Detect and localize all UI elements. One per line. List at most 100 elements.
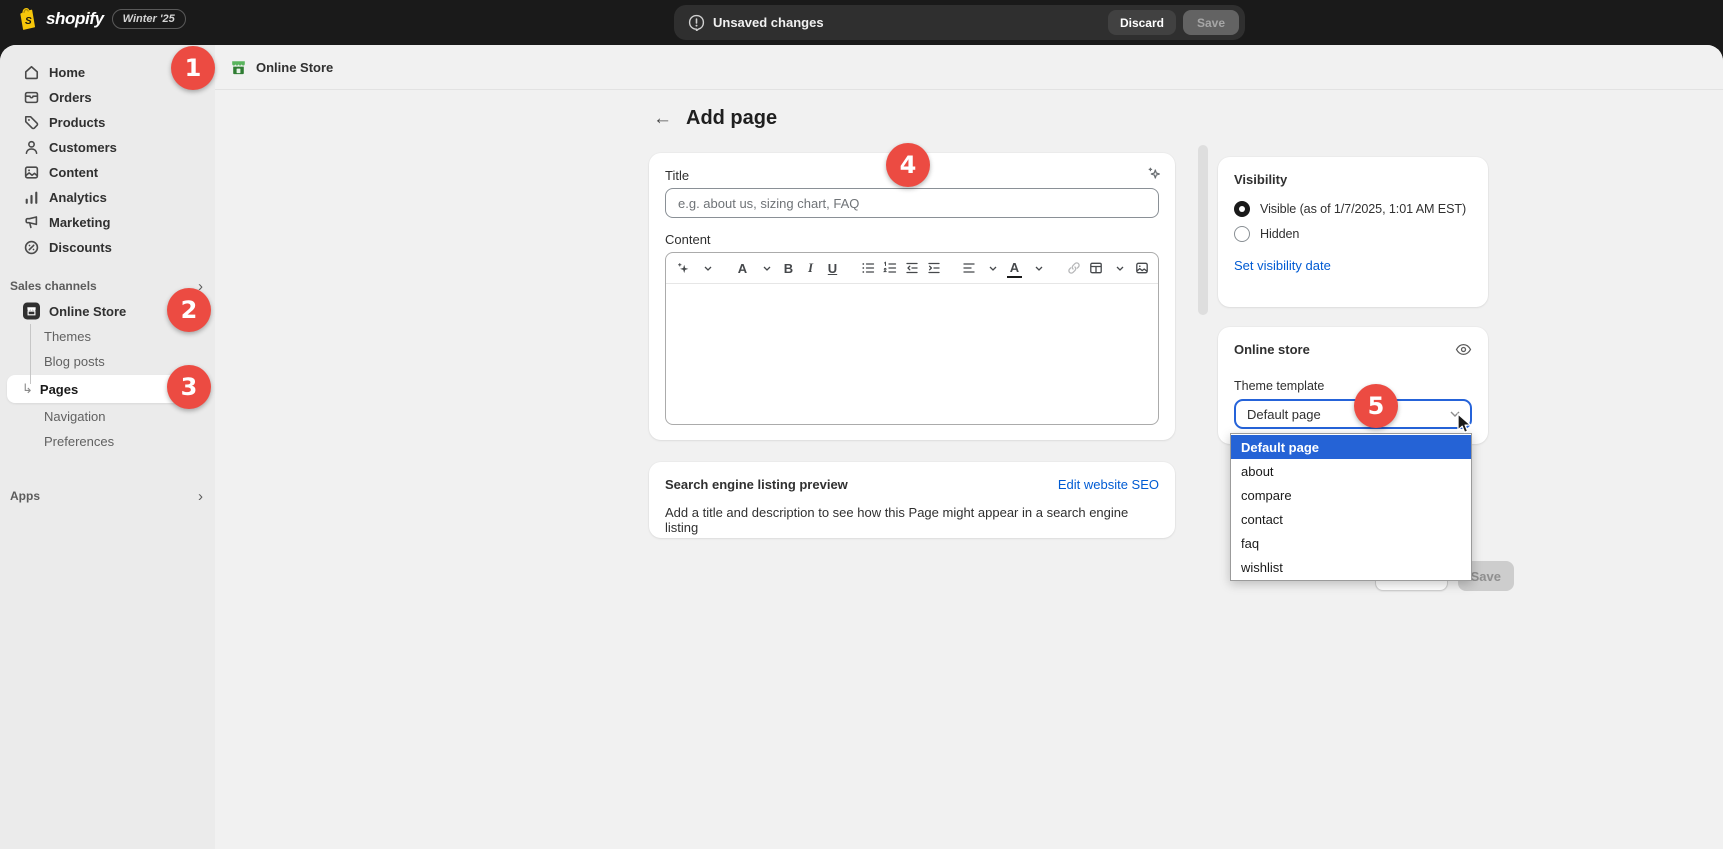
chevron-down-icon[interactable] bbox=[985, 258, 1000, 278]
dropdown-option-wishlist[interactable]: wishlist bbox=[1231, 555, 1471, 579]
app-shell: Home Orders Products Customers Content A… bbox=[0, 45, 1723, 849]
customers-icon bbox=[23, 139, 40, 156]
table-icon[interactable] bbox=[1088, 258, 1103, 278]
chevron-down-icon[interactable] bbox=[1031, 258, 1046, 278]
seo-description: Add a title and description to see how t… bbox=[665, 505, 1159, 535]
radio-unselected-icon[interactable] bbox=[1234, 226, 1250, 242]
products-icon bbox=[23, 114, 40, 131]
seo-card: Search engine listing preview Edit websi… bbox=[649, 462, 1175, 538]
shopify-logo-icon: S bbox=[16, 7, 38, 31]
sidebar-item-label: Discounts bbox=[49, 240, 112, 255]
visibility-card: Visibility Visible (as of 1/7/2025, 1:01… bbox=[1218, 157, 1488, 307]
editor-toolbar: A B I U A bbox=[666, 253, 1158, 284]
breadcrumb[interactable]: Online Store bbox=[215, 45, 1723, 90]
page-title: Add page bbox=[686, 107, 777, 130]
marketing-icon bbox=[23, 214, 40, 231]
sidebar-item-label: Pages bbox=[40, 382, 78, 397]
breadcrumb-label: Online Store bbox=[256, 60, 333, 75]
ai-sparkle-icon[interactable] bbox=[1147, 166, 1162, 181]
theme-template-dropdown: Default page about compare contact faq w… bbox=[1230, 433, 1472, 581]
back-button[interactable]: ← bbox=[653, 109, 672, 128]
sidebar-item-discounts[interactable]: Discounts bbox=[0, 235, 215, 260]
link-icon[interactable] bbox=[1066, 258, 1081, 278]
title-card: Title Content A B I U bbox=[649, 153, 1175, 440]
chevron-right-icon[interactable]: › bbox=[198, 488, 203, 505]
theme-template-select[interactable]: Default page bbox=[1234, 399, 1472, 429]
sidebar-item-label: Customers bbox=[49, 140, 117, 155]
chevron-down-icon[interactable] bbox=[759, 258, 774, 278]
sidebar-item-label: Orders bbox=[49, 90, 92, 105]
text-color-icon[interactable]: A bbox=[1007, 258, 1022, 278]
home-icon bbox=[23, 64, 40, 81]
align-icon[interactable] bbox=[961, 258, 976, 278]
scrollbar-thumb[interactable] bbox=[1198, 145, 1208, 315]
sidebar-item-preferences[interactable]: Preferences bbox=[0, 429, 215, 454]
annotation-badge-2: 2 bbox=[167, 288, 211, 332]
radio-selected-icon[interactable] bbox=[1234, 201, 1250, 217]
tree-connector-line bbox=[30, 324, 31, 384]
dropdown-option-faq[interactable]: faq bbox=[1231, 531, 1471, 555]
annotation-badge-5: 5 bbox=[1354, 384, 1398, 428]
bullet-list-icon[interactable] bbox=[860, 258, 875, 278]
content-icon bbox=[23, 164, 40, 181]
ai-sparkle-icon[interactable] bbox=[676, 258, 691, 278]
chevron-down-icon[interactable] bbox=[1112, 258, 1127, 278]
main-content: Online Store ← Add page Title Content A bbox=[215, 45, 1723, 849]
video-icon[interactable] bbox=[1156, 258, 1159, 278]
sidebar-item-label: Online Store bbox=[49, 304, 126, 319]
set-visibility-date-link[interactable]: Set visibility date bbox=[1234, 258, 1331, 273]
sidebar-item-marketing[interactable]: Marketing bbox=[0, 210, 215, 235]
sales-channels-label: Sales channels bbox=[10, 279, 97, 293]
theme-template-label: Theme template bbox=[1234, 379, 1472, 393]
page-header: ← Add page bbox=[653, 107, 777, 130]
chevron-down-icon[interactable] bbox=[700, 258, 715, 278]
content-editor: A B I U A bbox=[665, 252, 1159, 425]
annotation-badge-4: 4 bbox=[886, 143, 930, 187]
annotation-badge-1: 1 bbox=[171, 46, 215, 90]
discard-button[interactable]: Discard bbox=[1108, 10, 1176, 35]
annotation-badge-3: 3 bbox=[167, 365, 211, 409]
outdent-icon[interactable] bbox=[904, 258, 919, 278]
return-arrow-icon: ↳ bbox=[22, 381, 33, 397]
underline-icon[interactable]: U bbox=[825, 258, 840, 278]
sidebar-item-label: Content bbox=[49, 165, 98, 180]
mouse-cursor bbox=[1453, 412, 1473, 435]
dropdown-option-default-page[interactable]: Default page bbox=[1231, 435, 1471, 459]
sidebar-item-label: Analytics bbox=[49, 190, 107, 205]
edit-website-seo-link[interactable]: Edit website SEO bbox=[1058, 477, 1159, 492]
image-icon[interactable] bbox=[1134, 258, 1149, 278]
content-field-label: Content bbox=[665, 232, 1159, 247]
analytics-icon bbox=[23, 189, 40, 206]
sidebar-item-label: Marketing bbox=[49, 215, 110, 230]
storefront-icon bbox=[229, 58, 248, 77]
numbered-list-icon[interactable] bbox=[882, 258, 897, 278]
sidebar-item-content[interactable]: Content bbox=[0, 160, 215, 185]
hidden-option-label: Hidden bbox=[1260, 227, 1299, 241]
sidebar-item-products[interactable]: Products bbox=[0, 110, 215, 135]
save-button-top[interactable]: Save bbox=[1183, 10, 1239, 35]
brand-wordmark: shopify bbox=[46, 9, 104, 29]
dropdown-option-about[interactable]: about bbox=[1231, 459, 1471, 483]
apps-label: Apps bbox=[10, 489, 40, 503]
content-editor-area[interactable] bbox=[666, 284, 1158, 424]
sidebar-item-customers[interactable]: Customers bbox=[0, 135, 215, 160]
brand: S shopify Winter '25 bbox=[16, 7, 186, 31]
title-input[interactable] bbox=[665, 188, 1159, 218]
sidebar-item-analytics[interactable]: Analytics bbox=[0, 185, 215, 210]
text-style-icon[interactable]: A bbox=[735, 258, 750, 278]
dropdown-option-contact[interactable]: contact bbox=[1231, 507, 1471, 531]
edition-badge: Winter '25 bbox=[112, 9, 186, 29]
sidebar-item-orders[interactable]: Orders bbox=[0, 85, 215, 110]
orders-icon bbox=[23, 89, 40, 106]
dropdown-option-compare[interactable]: compare bbox=[1231, 483, 1471, 507]
visibility-option-hidden[interactable]: Hidden bbox=[1234, 226, 1472, 242]
online-store-card: Online store Theme template Default page bbox=[1218, 327, 1488, 444]
visibility-option-visible[interactable]: Visible (as of 1/7/2025, 1:01 AM EST) bbox=[1234, 201, 1472, 217]
unsaved-changes-bar: Unsaved changes Discard Save bbox=[674, 5, 1245, 40]
apps-header[interactable]: Apps › bbox=[0, 484, 215, 508]
italic-icon[interactable]: I bbox=[803, 258, 818, 278]
eye-icon[interactable] bbox=[1455, 343, 1472, 356]
indent-icon[interactable] bbox=[926, 258, 941, 278]
bold-icon[interactable]: B bbox=[781, 258, 796, 278]
unsaved-changes-label: Unsaved changes bbox=[713, 15, 824, 30]
